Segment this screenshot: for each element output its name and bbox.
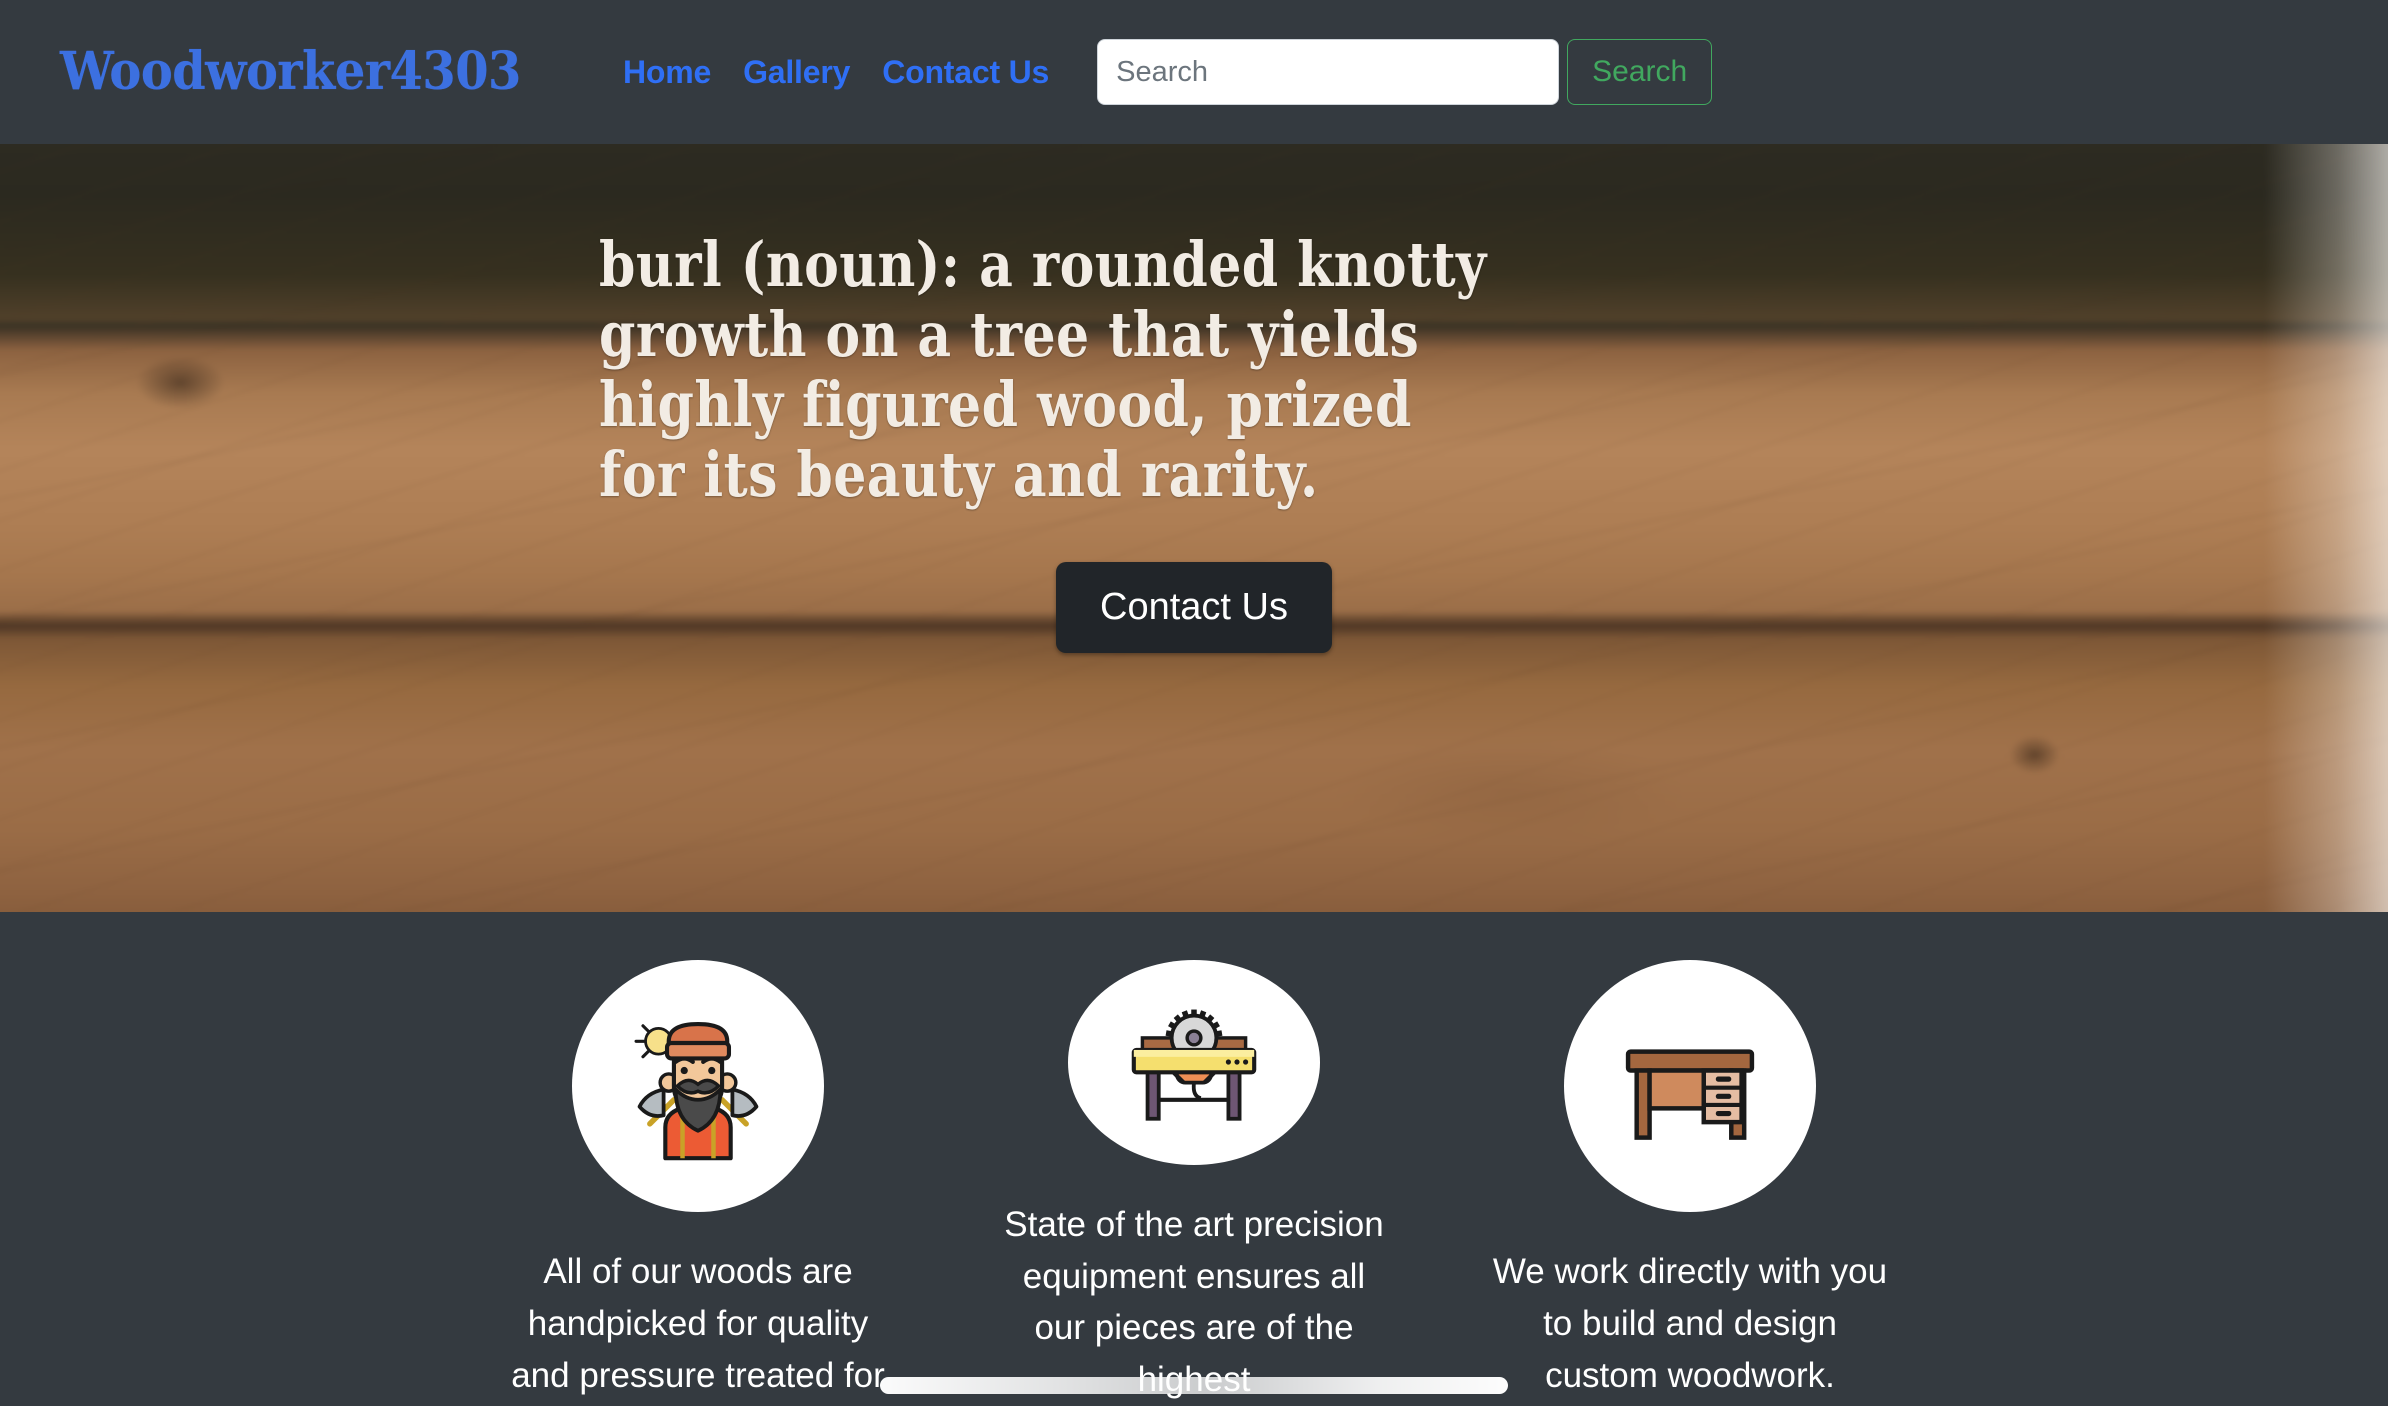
lumberjack-icon [634,1022,759,1161]
site-logo[interactable]: Woodworker4303 [60,46,521,98]
hero-section: burl (noun): a rounded knotty growth on … [0,144,2388,912]
wooden-desk-icon [1625,1049,1755,1140]
feature-card-2: State of the art precision equipment ens… [994,960,1394,1406]
top-navbar: Woodworker4303 Home Gallery Contact Us S… [0,0,2388,144]
nav-link-contact-us[interactable]: Contact Us [882,54,1049,91]
nav-links: Home Gallery Contact Us [623,54,1049,91]
feature-text-1: All of our woods are handpicked for qual… [511,1252,885,1395]
feature-icon-circle-3 [1564,960,1816,1212]
hero-content: burl (noun): a rounded knotty growth on … [0,144,2388,912]
feature-icon-circle-1 [572,960,824,1212]
search-form: Search [1097,39,1713,105]
horizontal-scrollbar-thumb[interactable] [880,1377,1508,1394]
table-saw-icon [1131,1009,1257,1122]
hero-cta-row: Contact Us [1056,562,1332,654]
search-button[interactable]: Search [1567,39,1713,105]
feature-card-3: We work directly with you to build and d… [1490,960,1890,1406]
feature-text-2: State of the art precision equipment ens… [1004,1204,1384,1399]
features-section: All of our woods are handpicked for qual… [0,912,2388,1406]
hero-headline: burl (noun): a rounded knotty growth on … [599,228,1487,512]
feature-text-3: We work directly with you to build and d… [1492,1252,1888,1395]
feature-card-1: All of our woods are handpicked for qual… [498,960,898,1406]
nav-link-home[interactable]: Home [623,54,711,91]
hero-contact-us-button[interactable]: Contact Us [1056,562,1332,654]
search-input[interactable] [1097,39,1560,105]
feature-icon-circle-2 [1068,960,1320,1165]
nav-link-gallery[interactable]: Gallery [743,54,850,91]
